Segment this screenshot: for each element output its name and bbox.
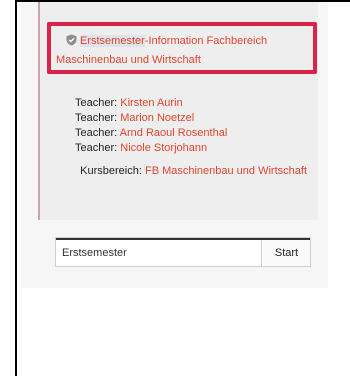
teacher-row: Teacher: Marion Noetzel — [75, 111, 315, 126]
teacher-link[interactable]: Marion Noetzel — [120, 112, 194, 124]
course-title-highlighted[interactable]: Erstsemester — [80, 35, 145, 47]
search-start-button[interactable]: Start — [263, 240, 310, 266]
search-input[interactable] — [56, 240, 262, 266]
kursbereich-link[interactable]: FB Maschinenbau und Wirtschaft — [145, 165, 307, 177]
teacher-row: Teacher: Nicole Storjohann — [75, 141, 315, 156]
shield-icon — [66, 34, 77, 52]
teacher-list: Teacher: Kirsten Aurin Teacher: Marion N… — [75, 96, 315, 156]
teacher-link[interactable]: Kirsten Aurin — [120, 97, 182, 109]
course-title-link[interactable]: Erstsemester-Information Fachbereich Mas… — [56, 33, 314, 69]
kursbereich-label: Kursbereich: — [80, 165, 142, 177]
teacher-link[interactable]: Nicole Storjohann — [120, 142, 207, 154]
teacher-link[interactable]: Arnd Raoul Rosenthal — [120, 127, 228, 139]
teacher-row: Teacher: Arnd Raoul Rosenthal — [75, 126, 315, 141]
kursbereich: Kursbereich: FB Maschinenbau und Wirtsch… — [75, 164, 307, 179]
teacher-label: Teacher: — [75, 112, 118, 124]
teacher-label: Teacher: — [75, 127, 118, 139]
teacher-label: Teacher: — [75, 97, 118, 109]
search-form: Start — [56, 238, 310, 266]
teacher-label: Teacher: — [75, 142, 118, 154]
teacher-row: Teacher: Kirsten Aurin — [75, 96, 315, 111]
